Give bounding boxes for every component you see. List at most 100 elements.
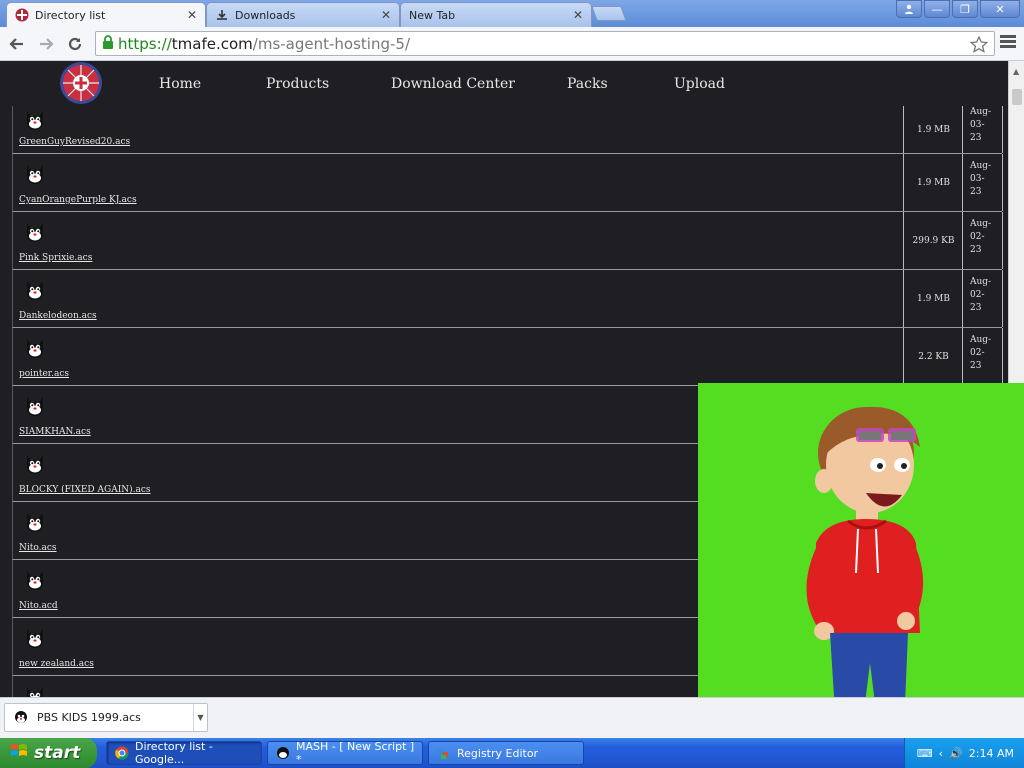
date-part: 23	[970, 303, 982, 313]
download-icon	[215, 8, 229, 22]
tab-title: New Tab	[409, 8, 456, 22]
agent-file-icon	[23, 626, 47, 650]
date-part: 23	[970, 187, 982, 197]
keyboard-icon[interactable]: ⌨	[917, 747, 933, 760]
file-date: Aug- 02- 23	[964, 212, 1003, 269]
file-link[interactable]: Nito.acs	[19, 543, 57, 553]
close-window-button[interactable]: ✕	[980, 0, 1020, 18]
table-row: Pink Sprixie.acs 299.9 KB Aug- 02- 23	[12, 212, 1003, 270]
file-name-cell: Dankelodeon.acs	[13, 270, 904, 327]
site-logo[interactable]	[58, 61, 104, 107]
file-size: 299.9 KB	[905, 212, 963, 269]
windows-taskbar: start Directory list - Google... MASH - …	[0, 738, 1024, 768]
back-arrow-icon[interactable]	[6, 33, 28, 55]
url-host: tmafe.com	[171, 34, 253, 53]
file-link[interactable]: new zealand.acs	[19, 659, 94, 669]
taskbar-item-mash[interactable]: MASH - [ New Script ] *	[267, 740, 423, 766]
nav-home-link[interactable]: Home	[159, 76, 201, 92]
file-date: Aug- 03- 23	[964, 106, 1003, 153]
volume-icon[interactable]: 🔊	[949, 747, 963, 760]
user-profile-icon[interactable]	[896, 0, 922, 18]
nav-upload-link[interactable]: Upload	[674, 76, 725, 92]
date-part: 02-	[970, 232, 985, 242]
download-filename: PBS KIDS 1999.acs	[37, 711, 141, 724]
date-part: 03-	[970, 174, 985, 184]
agent-file-icon	[23, 452, 47, 476]
file-size: 2.2 KB	[905, 328, 963, 385]
file-size: 1.9 MB	[905, 154, 963, 211]
reload-icon[interactable]	[64, 33, 86, 55]
file-link[interactable]: CyanOrangePurple KJ.acs	[19, 195, 137, 205]
site-nav: Home Products Download Center Packs Uplo…	[0, 61, 1008, 106]
file-name-cell: GreenGuyRevised20.acs	[13, 106, 904, 153]
date-part: 02-	[970, 290, 985, 300]
taskbar-item-label: MASH - [ New Script ] *	[296, 740, 415, 766]
ms-agent-character[interactable]	[698, 383, 1024, 738]
taskbar-item-chrome[interactable]: Directory list - Google...	[106, 740, 262, 766]
file-link[interactable]: Nito.acd	[19, 601, 58, 611]
clock[interactable]: 2:14 AM	[969, 747, 1014, 760]
date-part: 23	[970, 361, 982, 371]
agent-file-icon	[23, 220, 47, 244]
file-size: 1.9 MB	[905, 106, 963, 153]
table-row: pointer.acs 2.2 KB Aug- 02- 23	[12, 328, 1003, 386]
file-date: Aug- 02- 23	[964, 270, 1003, 327]
new-tab-button[interactable]	[591, 6, 627, 21]
tab-close-icon[interactable]: ✕	[381, 8, 391, 22]
file-link[interactable]: BLOCKY (FIXED AGAIN).acs	[19, 485, 151, 495]
maximize-button[interactable]: ❐	[952, 0, 978, 18]
mash-icon	[276, 746, 290, 760]
chevron-down-icon[interactable]: ▼	[193, 704, 207, 731]
date-part: Aug-	[970, 161, 992, 171]
file-link[interactable]: Pink Sprixie.acs	[19, 253, 92, 263]
agent-file-icon	[23, 336, 47, 360]
system-tray: ⌨ ‹ 🔊 2:14 AM	[904, 738, 1024, 768]
date-part: Aug-	[970, 107, 992, 117]
table-row: CyanOrangePurple KJ.acs 1.9 MB Aug- 03- 23	[12, 154, 1003, 212]
forward-arrow-icon[interactable]	[35, 33, 57, 55]
start-button[interactable]: start	[0, 738, 97, 768]
download-item[interactable]: PBS KIDS 1999.acs ▼	[4, 703, 208, 732]
tab-directory-list[interactable]: Directory list ✕	[6, 2, 206, 27]
nav-products-link[interactable]: Products	[266, 76, 329, 92]
agent-file-icon	[23, 162, 47, 186]
tab-new-tab[interactable]: New Tab ✕	[400, 2, 592, 27]
file-name-cell: Pink Sprixie.acs	[13, 212, 904, 269]
lock-icon	[102, 34, 114, 53]
date-part: Aug-	[970, 335, 992, 345]
address-bar[interactable]: https://tmafe.com/ms-agent-hosting-5/	[95, 31, 995, 56]
file-name-cell: CyanOrangePurple KJ.acs	[13, 154, 904, 211]
browser-toolbar: https://tmafe.com/ms-agent-hosting-5/	[0, 27, 1024, 61]
registry-editor-icon	[437, 746, 451, 760]
file-link[interactable]: GreenGuyRevised20.acs	[19, 137, 130, 147]
browser-titlebar: Directory list ✕ Downloads ✕ New Tab ✕ —…	[0, 0, 1024, 27]
file-name-cell: pointer.acs	[13, 328, 904, 385]
scroll-up-arrow-icon[interactable]: ▲	[1013, 67, 1019, 76]
url-scheme: https://	[118, 34, 172, 53]
agent-file-icon	[23, 568, 47, 592]
windows-logo-icon	[10, 743, 28, 764]
tab-title: Directory list	[35, 8, 106, 22]
date-part: 23	[970, 245, 982, 255]
tab-close-icon[interactable]: ✕	[187, 8, 197, 22]
agent-file-icon	[23, 684, 47, 697]
file-link[interactable]: SIAMKHAN.acs	[19, 427, 91, 437]
scrollbar-thumb[interactable]	[1012, 89, 1022, 105]
file-link[interactable]: Dankelodeon.acs	[19, 311, 97, 321]
tab-downloads[interactable]: Downloads ✕	[206, 2, 400, 27]
minimize-button[interactable]: —	[924, 0, 950, 18]
nav-download-center-link[interactable]: Download Center	[391, 76, 515, 92]
taskbar-item-registry-editor[interactable]: Registry Editor	[428, 741, 584, 765]
chrome-icon	[115, 746, 129, 760]
nav-packs-link[interactable]: Packs	[567, 76, 608, 92]
agent-file-icon	[23, 108, 47, 132]
site-favicon-icon	[15, 8, 29, 22]
agent-file-icon	[23, 278, 47, 302]
tab-close-icon[interactable]: ✕	[573, 8, 583, 22]
agent-file-icon	[23, 510, 47, 534]
bookmark-star-icon[interactable]	[969, 35, 989, 57]
file-link[interactable]: pointer.acs	[19, 369, 69, 379]
tray-expand-chevron-icon[interactable]: ‹	[939, 747, 943, 760]
chrome-menu-icon[interactable]	[1000, 35, 1016, 50]
date-part: Aug-	[970, 219, 992, 229]
